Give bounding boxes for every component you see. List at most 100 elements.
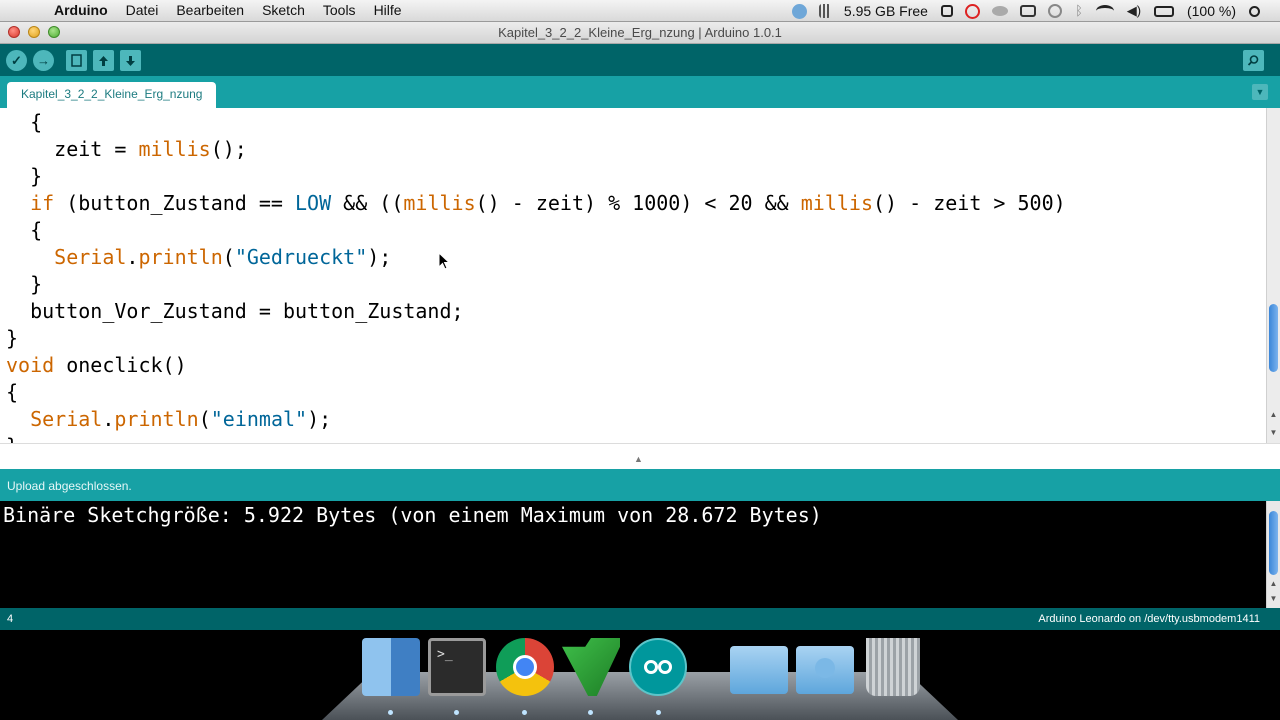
magnifier-icon (1247, 55, 1259, 66)
running-indicator (522, 710, 527, 715)
arrow-down-icon (126, 55, 135, 66)
code-line: zeit = millis(); (6, 136, 247, 163)
menu-hilfe[interactable]: Hilfe (374, 2, 402, 18)
code-token: ( (222, 245, 235, 269)
arrow-right-icon: → (37, 53, 50, 68)
battery-label[interactable]: (100 %) (1187, 3, 1236, 19)
code-token: && (( (331, 191, 404, 215)
upload-button[interactable]: → (33, 50, 54, 71)
trash-icon[interactable] (866, 638, 920, 696)
display-icon[interactable] (1019, 5, 1036, 17)
code-token: (button_Zustand == (54, 191, 296, 215)
code-token: if (30, 191, 55, 215)
console-output-area[interactable]: Binäre Sketchgröße: 5.922 Bytes (von ein… (0, 501, 1280, 608)
drag-handle-icon[interactable]: ▲ (634, 454, 643, 464)
code-token: zeit = (54, 137, 139, 161)
code-line: } (6, 164, 43, 188)
scroll-up-icon[interactable]: ▲ (1269, 410, 1278, 419)
spotlight-search-icon[interactable] (1249, 5, 1260, 17)
mouse-cursor-icon (438, 252, 450, 270)
code-token: millis (800, 191, 873, 215)
board-port-label: Arduino Leonardo on /dev/tty.usbmodem141… (1038, 613, 1260, 625)
dropbox-icon[interactable] (791, 3, 807, 19)
folder-icon[interactable] (730, 646, 788, 694)
running-indicator (588, 710, 593, 715)
scroll-down-icon[interactable]: ▼ (1269, 594, 1278, 603)
window-titlebar: Kapitel_3_2_2_Kleine_Erg_nzung | Arduino… (0, 22, 1280, 44)
status-bar: Upload abgeschlossen. (0, 469, 1280, 501)
code-token: println (138, 245, 223, 269)
tab-sketch[interactable]: Kapitel_3_2_2_Kleine_Erg_nzung (7, 82, 217, 108)
menu-arduino[interactable]: Arduino (54, 2, 108, 18)
menu-tools[interactable]: Tools (323, 2, 356, 18)
verify-button[interactable]: ✓ (6, 50, 27, 71)
tab-menu-button[interactable]: ▼ (1252, 84, 1268, 100)
code-line: { (6, 218, 43, 242)
menubar: Arduino Datei Bearbeiten Sketch Tools Hi… (0, 0, 1280, 22)
menu-sketch[interactable]: Sketch (262, 2, 305, 18)
window-title: Kapitel_3_2_2_Kleine_Erg_nzung | Arduino… (498, 25, 782, 40)
code-line: } (6, 433, 18, 443)
finder-icon[interactable] (362, 638, 420, 696)
grid-icon[interactable] (818, 4, 831, 18)
disk-free-label[interactable]: 5.95 GB Free (844, 3, 928, 19)
open-sketch-button[interactable] (93, 50, 114, 71)
code-line: { (6, 380, 19, 404)
code-line: Serial.println("einmal"); (6, 406, 331, 433)
terminal-icon[interactable]: >_ (428, 638, 486, 696)
editor-console-divider[interactable]: ▲ (0, 443, 1280, 469)
code-line: Serial.println("Gedrueckt"); (6, 244, 391, 271)
code-token: ); (307, 407, 332, 431)
code-token: () - zeit) % 1000) < 20 && (475, 191, 801, 215)
code-token: Serial (54, 245, 127, 269)
code-token: (); (210, 137, 247, 161)
sketch-tabs-bar: Kapitel_3_2_2_Kleine_Erg_nzung ▼ (0, 76, 1280, 108)
battery-icon[interactable] (1153, 5, 1174, 17)
code-token: . (126, 245, 139, 269)
bluetooth-icon[interactable]: ᛒ (1074, 4, 1084, 18)
editor-scrollbar[interactable]: ▲ ▼ (1266, 108, 1280, 443)
menu-datei[interactable]: Datei (126, 2, 159, 18)
code-line: } (6, 272, 43, 296)
code-line: } (6, 326, 19, 350)
code-line: if (button_Zustand == LOW && ((millis() … (6, 190, 1066, 217)
code-token: millis (403, 191, 476, 215)
no-entry-icon[interactable] (964, 3, 980, 19)
new-document-icon (71, 54, 82, 67)
window-icon[interactable] (940, 5, 953, 17)
console-output-text: Binäre Sketchgröße: 5.922 Bytes (von ein… (3, 503, 822, 527)
menubar-status-area: 5.95 GB Free ᛒ ◀) (100 %) (786, 0, 1280, 22)
menu-bearbeiten[interactable]: Bearbeiten (176, 2, 244, 18)
code-token: . (102, 407, 115, 431)
code-token: Serial (30, 407, 103, 431)
new-sketch-button[interactable] (66, 50, 87, 71)
code-line: button_Vor_Zustand = button_Zustand; (6, 299, 464, 323)
console-scrollbar[interactable]: ▲ ▼ (1266, 501, 1280, 608)
code-token: LOW (295, 191, 332, 215)
code-token: void (6, 353, 55, 377)
editor-scrollbar-thumb[interactable] (1269, 304, 1278, 372)
code-token: println (114, 407, 199, 431)
code-token: ); (367, 245, 392, 269)
save-sketch-button[interactable] (120, 50, 141, 71)
console-scrollbar-thumb[interactable] (1269, 511, 1278, 575)
running-indicator (388, 710, 393, 715)
code-line: { (6, 110, 43, 134)
code-editor[interactable]: { zeit = millis(); } if (button_Zustand … (0, 108, 1266, 443)
volume-icon[interactable]: ◀) (1126, 4, 1142, 18)
eye-icon[interactable] (991, 6, 1008, 16)
code-token: "Gedrueckt" (234, 245, 368, 269)
code-token: millis (138, 137, 211, 161)
scroll-down-icon[interactable]: ▼ (1269, 428, 1278, 437)
arduino-icon[interactable] (629, 638, 687, 696)
time-machine-icon[interactable] (1047, 4, 1062, 18)
chrome-icon[interactable] (496, 638, 554, 696)
wifi-icon[interactable] (1095, 5, 1114, 17)
menubar-menus: Arduino Datei Bearbeiten Sketch Tools Hi… (54, 2, 420, 18)
code-token: () - zeit > 500) (873, 191, 1066, 215)
arrow-up-icon (99, 55, 108, 66)
scroll-up-icon[interactable]: ▲ (1269, 579, 1278, 588)
serial-monitor-button[interactable] (1243, 50, 1264, 71)
code-token: ( (198, 407, 211, 431)
downloads-folder-icon[interactable] (796, 646, 854, 694)
